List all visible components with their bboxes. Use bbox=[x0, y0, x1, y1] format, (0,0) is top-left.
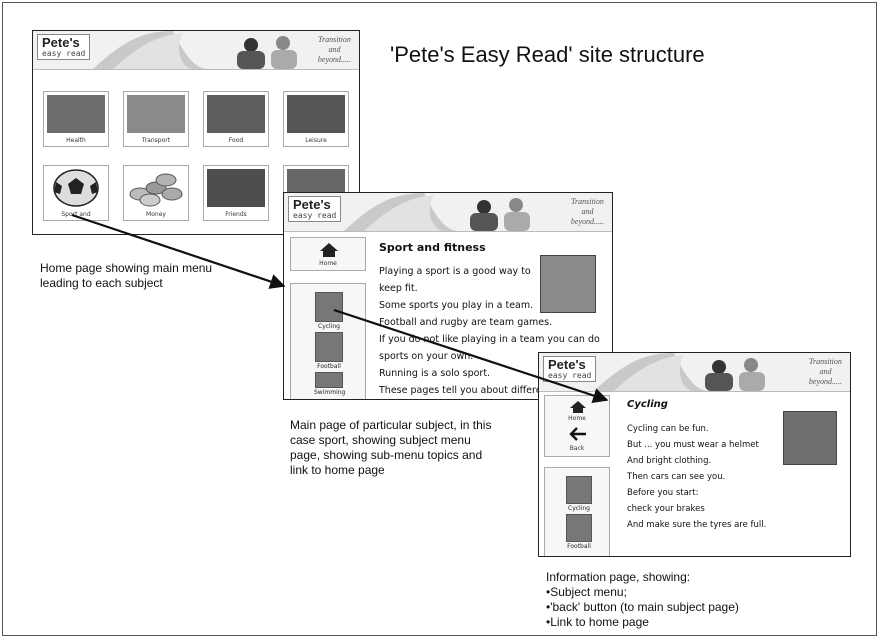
arrow-home-to-subject bbox=[71, 213, 286, 289]
arrow-subject-to-info bbox=[333, 308, 609, 403]
connector-arrows bbox=[71, 213, 609, 403]
